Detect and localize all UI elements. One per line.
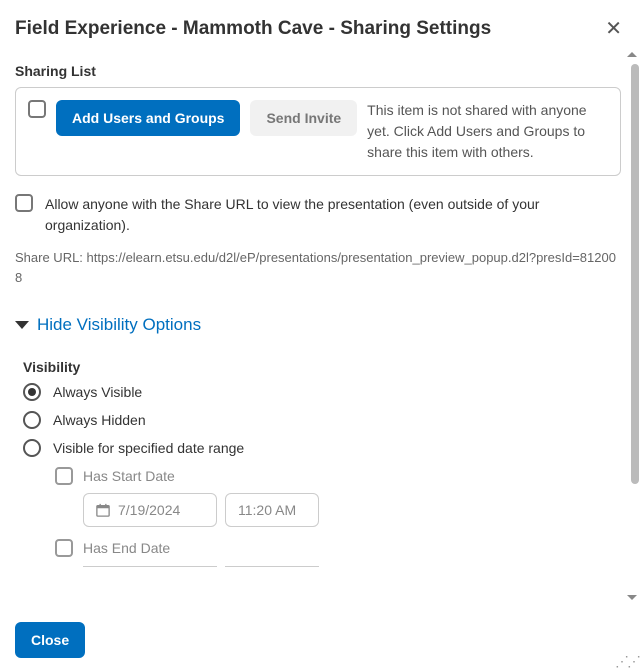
visibility-heading: Visibility xyxy=(23,359,621,375)
sharing-empty-message: This item is not shared with anyone yet.… xyxy=(367,100,608,163)
always-visible-label: Always Visible xyxy=(53,384,142,400)
sharing-list-box: Add Users and Groups Send Invite This it… xyxy=(15,87,621,176)
dialog-header: Field Experience - Mammoth Cave - Sharin… xyxy=(15,15,641,43)
dialog-body: Sharing List Add Users and Groups Send I… xyxy=(15,63,641,614)
has-start-date-label: Has Start Date xyxy=(83,468,175,484)
visibility-toggle[interactable]: Hide Visibility Options xyxy=(15,315,621,335)
always-hidden-label: Always Hidden xyxy=(53,412,146,428)
close-button[interactable]: Close xyxy=(15,622,85,658)
allow-url-row: Allow anyone with the Share URL to view … xyxy=(15,194,621,236)
resize-grip-icon[interactable]: ⋰⋰ xyxy=(615,654,639,668)
end-date-field[interactable] xyxy=(83,565,217,567)
scroll-up-icon[interactable] xyxy=(627,52,637,57)
date-range-label: Visible for specified date range xyxy=(53,440,244,456)
has-end-date-checkbox[interactable] xyxy=(55,539,73,557)
start-time-field[interactable]: 11:20 AM xyxy=(225,493,319,527)
has-end-date-label: Has End Date xyxy=(83,540,170,556)
visibility-section: Visibility Always Visible Always Hidden … xyxy=(15,359,621,567)
start-date-inputs: 7/19/2024 11:20 AM xyxy=(83,493,621,527)
visibility-range-row[interactable]: Visible for specified date range xyxy=(23,439,621,457)
calendar-icon xyxy=(96,503,110,517)
select-all-checkbox[interactable] xyxy=(28,100,46,118)
start-time-value: 11:20 AM xyxy=(238,502,296,518)
allow-url-checkbox[interactable] xyxy=(15,194,33,212)
start-date-field[interactable]: 7/19/2024 xyxy=(83,493,217,527)
date-range-section: Has Start Date 7/19/2024 11:20 AM xyxy=(23,467,621,567)
visibility-toggle-label: Hide Visibility Options xyxy=(37,315,201,335)
end-date-row: Has End Date xyxy=(55,539,621,557)
share-url-text: Share URL: https://elearn.etsu.edu/d2l/e… xyxy=(15,248,621,287)
end-time-field[interactable] xyxy=(225,565,319,567)
sharing-settings-dialog: Field Experience - Mammoth Cave - Sharin… xyxy=(0,0,641,670)
start-date-value: 7/19/2024 xyxy=(118,502,180,518)
dialog-title: Field Experience - Mammoth Cave - Sharin… xyxy=(15,18,491,40)
close-icon[interactable]: ✕ xyxy=(601,15,626,43)
sharing-list-heading: Sharing List xyxy=(15,63,621,79)
has-start-date-checkbox[interactable] xyxy=(55,467,73,485)
share-url-label: Share URL: xyxy=(15,250,87,265)
share-url-value: https://elearn.etsu.edu/d2l/eP/presentat… xyxy=(15,250,616,285)
start-date-row: Has Start Date xyxy=(55,467,621,485)
always-hidden-radio[interactable] xyxy=(23,411,41,429)
visibility-hidden-row[interactable]: Always Hidden xyxy=(23,411,621,429)
always-visible-radio[interactable] xyxy=(23,383,41,401)
date-range-radio[interactable] xyxy=(23,439,41,457)
visibility-always-row[interactable]: Always Visible xyxy=(23,383,621,401)
add-users-button[interactable]: Add Users and Groups xyxy=(56,100,240,136)
allow-url-label: Allow anyone with the Share URL to view … xyxy=(45,194,621,236)
chevron-down-icon xyxy=(15,321,29,329)
send-invite-button[interactable]: Send Invite xyxy=(250,100,357,136)
dialog-footer: Close xyxy=(15,614,641,670)
end-date-inputs xyxy=(83,565,621,567)
